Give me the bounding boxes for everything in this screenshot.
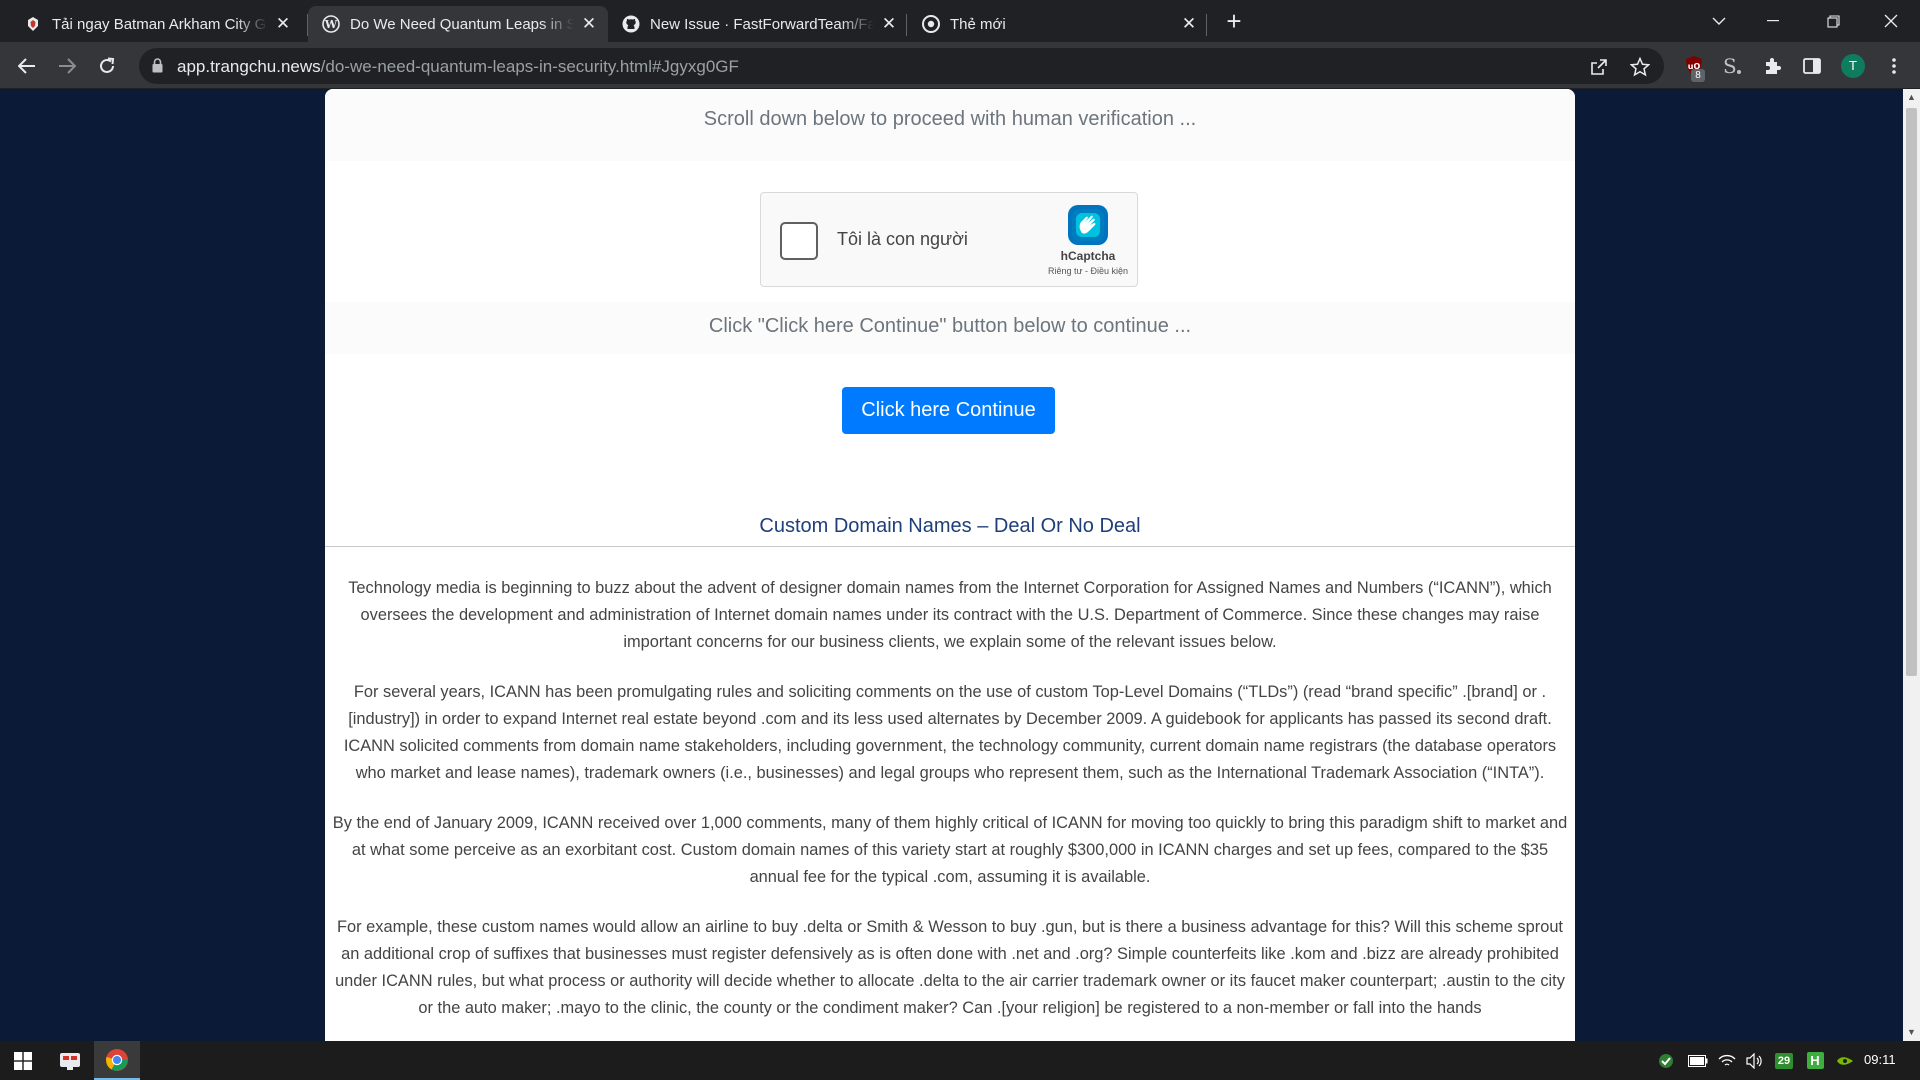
- extension-badge: 8: [1691, 69, 1705, 82]
- bookmark-star-icon[interactable]: [1629, 56, 1651, 78]
- windows-taskbar: 29 H 09:11: [0, 1041, 1920, 1080]
- hcaptcha-widget: Tôi là con người hCaptcha Riêng tư - Điề…: [760, 192, 1138, 287]
- back-arrow-icon[interactable]: [11, 50, 43, 82]
- tab-new-tab[interactable]: Thẻ mới ✕: [908, 6, 1208, 42]
- svg-text:W: W: [324, 18, 338, 31]
- volume-icon[interactable]: [1744, 1041, 1766, 1080]
- hcaptcha-brand: hCaptcha: [1060, 249, 1116, 263]
- continue-notice: Click "Click here Continue" button below…: [325, 302, 1575, 354]
- tab-separator: [1206, 14, 1207, 36]
- restore-icon[interactable]: [1806, 0, 1860, 42]
- tab-github-issue[interactable]: New Issue · FastForwardTeam/FastForward …: [608, 6, 908, 42]
- tray-badge[interactable]: 29: [1773, 1041, 1795, 1080]
- page-scrollbar[interactable]: ▲ ▼: [1903, 89, 1920, 1041]
- tab-batman[interactable]: Tải ngay Batman Arkham City Game ✕: [10, 6, 302, 42]
- windows-start-icon[interactable]: [0, 1041, 46, 1080]
- batman-favicon-icon: [24, 15, 42, 33]
- url-host: app.trangchu.news: [177, 57, 321, 76]
- tab-title: Thẻ mới: [950, 15, 1006, 33]
- tab-title: Tải ngay Batman Arkham City Game: [52, 15, 268, 33]
- tab-title: Do We Need Quantum Leaps in Security: [350, 15, 574, 33]
- lock-icon[interactable]: [152, 58, 163, 78]
- url-path: /do-we-need-quantum-leaps-in-security.ht…: [320, 57, 739, 76]
- browser-toolbar: app.trangchu.news/do-we-need-quantum-lea…: [0, 42, 1920, 89]
- github-icon: [622, 15, 640, 33]
- tray-app-icon[interactable]: [1654, 1041, 1678, 1080]
- url-text[interactable]: app.trangchu.news/do-we-need-quantum-lea…: [177, 57, 739, 77]
- share-icon[interactable]: [1588, 56, 1610, 78]
- human-verification-checkbox[interactable]: [780, 222, 818, 260]
- scrollbar-thumb[interactable]: [1906, 108, 1917, 676]
- chrome-taskbar-icon[interactable]: [94, 1041, 140, 1080]
- content-card: Scroll down below to proceed with human …: [325, 89, 1575, 1041]
- tab-search-chevron-icon[interactable]: [1692, 0, 1746, 42]
- chrome-menu-icon[interactable]: [1880, 52, 1908, 80]
- article-body: Technology media is beginning to buzz ab…: [330, 575, 1570, 1041]
- wifi-icon[interactable]: [1716, 1041, 1738, 1080]
- forward-arrow-icon[interactable]: [51, 50, 83, 82]
- tab-title: New Issue · FastForwardTeam/FastForward: [650, 15, 874, 33]
- article-paragraph: Technology media is beginning to buzz ab…: [348, 579, 1552, 651]
- pinned-app-icon[interactable]: [47, 1041, 93, 1080]
- h-app-icon[interactable]: H: [1804, 1041, 1826, 1080]
- page-viewport: Scroll down below to proceed with human …: [0, 89, 1920, 1041]
- reload-icon[interactable]: [91, 50, 123, 82]
- heading-divider: [325, 546, 1575, 547]
- tab-quantum-leaps[interactable]: W Do We Need Quantum Leaps in Security ✕: [308, 6, 608, 42]
- close-tab-icon[interactable]: ✕: [880, 15, 898, 33]
- close-tab-icon[interactable]: ✕: [274, 15, 292, 33]
- profile-avatar[interactable]: T: [1841, 54, 1865, 78]
- address-bar[interactable]: app.trangchu.news/do-we-need-quantum-lea…: [139, 48, 1664, 84]
- tray-badge-count: 29: [1774, 1052, 1794, 1069]
- scroll-down-arrow-icon[interactable]: ▼: [1903, 1024, 1920, 1041]
- close-tab-icon[interactable]: ✕: [580, 15, 598, 33]
- puzzle-extensions-icon[interactable]: [1758, 52, 1786, 80]
- hcaptcha-logo-icon: [1068, 205, 1108, 245]
- wordpress-icon: W: [322, 15, 340, 33]
- article-heading: Custom Domain Names – Deal Or No Deal: [759, 515, 1141, 537]
- close-window-icon[interactable]: [1864, 0, 1918, 42]
- chrome-icon: [922, 15, 940, 33]
- tab-separator: [906, 14, 907, 36]
- nvidia-icon[interactable]: [1834, 1041, 1856, 1080]
- svg-text:S: S: [1723, 54, 1737, 78]
- click-here-continue-button[interactable]: Click here Continue: [842, 387, 1055, 434]
- captcha-checkbox-label[interactable]: Tôi là con người: [837, 229, 968, 250]
- taskbar-clock[interactable]: 09:11: [1864, 1052, 1896, 1067]
- scroll-up-arrow-icon[interactable]: ▲: [1903, 89, 1920, 106]
- tab-strip: Tải ngay Batman Arkham City Game ✕ W Do …: [0, 0, 1920, 42]
- article-paragraph: For example, these custom names would al…: [335, 918, 1565, 1017]
- side-panel-icon[interactable]: [1798, 52, 1826, 80]
- article-paragraph: For several years, ICANN has been promul…: [343, 683, 1557, 782]
- battery-icon[interactable]: [1686, 1041, 1710, 1080]
- hcaptcha-privacy-terms-links[interactable]: Riêng tư - Điều kiện: [1029, 266, 1147, 276]
- close-tab-icon[interactable]: ✕: [1180, 15, 1198, 33]
- article-paragraph: By the end of January 2009, ICANN receiv…: [332, 814, 1568, 886]
- minimize-icon[interactable]: [1746, 0, 1800, 42]
- new-tab-button[interactable]: +: [1219, 8, 1249, 36]
- s-extension-icon[interactable]: S: [1718, 52, 1746, 80]
- scroll-notice: Scroll down below to proceed with human …: [325, 89, 1575, 161]
